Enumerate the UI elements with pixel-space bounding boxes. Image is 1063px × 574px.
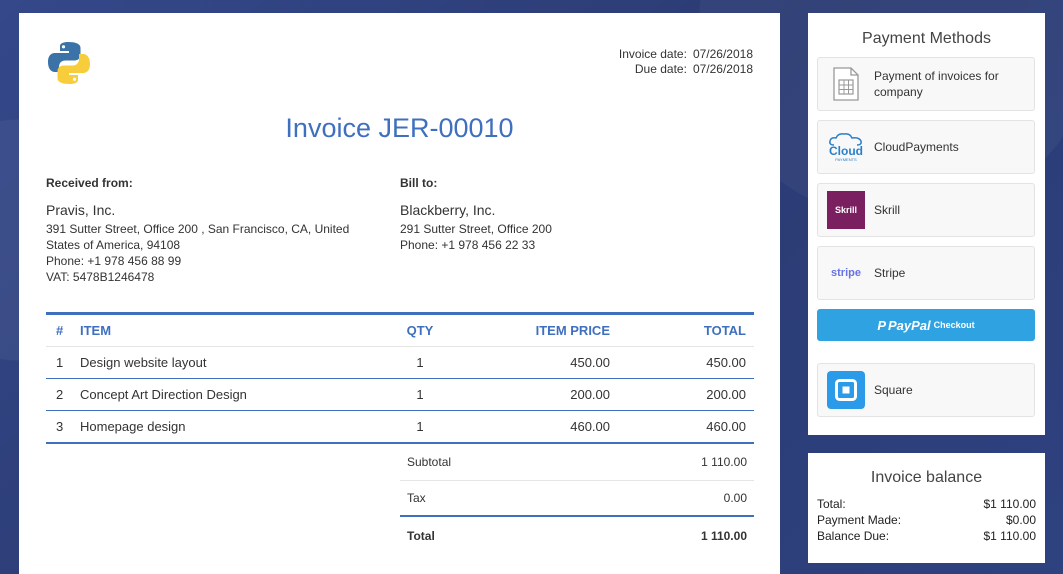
- cloudpayments-logo-sub: PAYMENTS: [835, 157, 857, 162]
- invoice-balance-title: Invoice balance: [870, 469, 983, 486]
- balance-label: Total:: [817, 497, 846, 511]
- row-total: 460.00: [610, 410, 754, 444]
- bill-to-block: Bill to: Blackberry, Inc. 291 Sutter Str…: [400, 175, 700, 253]
- payment-methods-panel: Payment Methods Payment of invoices for …: [808, 13, 1045, 435]
- python-logo-icon: [48, 42, 90, 84]
- row-price: 200.00: [470, 378, 610, 411]
- balance-label: Balance Due:: [817, 529, 890, 543]
- invoice-sheet: Invoice date: 07/26/2018 Due date: 07/26…: [19, 13, 780, 574]
- recipient-address: 291 Sutter Street, Office 200: [400, 222, 552, 236]
- bill-to-heading: Bill to:: [400, 176, 438, 190]
- col-item-header: ITEM: [80, 312, 370, 347]
- tax-value: 0.00: [723, 491, 747, 505]
- payment-method-invoice[interactable]: Payment of invoices for company: [817, 57, 1035, 111]
- items-header-row: # ITEM QTY ITEM PRICE TOTAL: [46, 312, 754, 347]
- tax-row: Tax 0.00: [400, 481, 754, 517]
- balance-value: $1 110.00: [983, 497, 1037, 511]
- square-logo-icon: [827, 371, 865, 409]
- payment-method-stripe[interactable]: stripe Stripe: [817, 246, 1035, 300]
- subtotal-row: Subtotal 1 110.00: [400, 443, 754, 481]
- paypal-brand: PayPal: [888, 317, 931, 333]
- row-price: 450.00: [470, 346, 610, 379]
- payment-method-label: Square: [874, 383, 913, 397]
- skrill-logo-text: Skrill: [834, 205, 857, 215]
- sender-name: Pravis, Inc.: [46, 202, 116, 218]
- totals-block: Subtotal 1 110.00 Tax 0.00 Total 1 110.0…: [400, 443, 754, 555]
- sender-vat: VAT: 5478B1246478: [46, 270, 155, 284]
- balance-row: Total: $1 110.00: [808, 496, 1045, 512]
- payment-method-label: Skrill: [874, 203, 900, 217]
- skrill-logo-icon: Skrill: [827, 191, 865, 229]
- invoice-date-label: Invoice date:: [618, 47, 687, 61]
- paypal-checkout-button[interactable]: P PayPal Checkout: [817, 309, 1035, 341]
- payment-method-square[interactable]: Square: [817, 363, 1035, 417]
- col-price-header: ITEM PRICE: [470, 312, 610, 347]
- row-item: Homepage design: [80, 410, 370, 444]
- subtotal-label: Subtotal: [407, 454, 452, 469]
- balance-label: Payment Made:: [817, 513, 902, 527]
- due-date-value: 07/26/2018: [692, 62, 753, 76]
- cloudpayments-logo-text: Cloud: [829, 144, 863, 158]
- stripe-logo-text: stripe: [831, 267, 861, 279]
- tax-label: Tax: [407, 491, 426, 505]
- row-qty: 1: [370, 410, 470, 444]
- invoice-dates: Invoice date: 07/26/2018 Due date: 07/26…: [619, 47, 753, 77]
- invoice-title: Invoice JER-00010: [285, 113, 514, 143]
- items-table: # ITEM QTY ITEM PRICE TOTAL 1 Design web…: [46, 312, 754, 444]
- stripe-logo-icon: stripe: [827, 254, 865, 292]
- row-num: 3: [46, 410, 80, 444]
- col-num-header: #: [46, 312, 80, 347]
- balance-value: $1 110.00: [983, 529, 1037, 543]
- payment-method-label: Stripe: [874, 266, 906, 280]
- row-total: 450.00: [610, 346, 754, 379]
- sender-address: 391 Sutter Street, Office 200 , San Fran…: [46, 222, 350, 252]
- balance-value: $0.00: [1005, 513, 1036, 527]
- row-total: 200.00: [610, 378, 754, 411]
- payment-methods-title: Payment Methods: [862, 30, 991, 47]
- recipient-phone: Phone: +1 978 456 22 33: [400, 238, 536, 252]
- col-qty-header: QTY: [370, 312, 470, 347]
- invoice-document-icon: [827, 65, 865, 103]
- row-item: Concept Art Direction Design: [80, 378, 370, 411]
- row-qty: 1: [370, 346, 470, 379]
- balance-row: Balance Due: $1 110.00: [808, 528, 1045, 544]
- table-row: 1 Design website layout 1 450.00 450.00: [46, 346, 754, 379]
- row-num: 2: [46, 378, 80, 411]
- total-label: Total: [407, 529, 435, 543]
- row-price: 460.00: [470, 410, 610, 444]
- invoice-date-value: 07/26/2018: [692, 47, 753, 61]
- total-value: 1 110.00: [700, 529, 747, 543]
- row-item: Design website layout: [80, 346, 370, 379]
- row-num: 1: [46, 346, 80, 379]
- received-from-heading: Received from:: [46, 176, 133, 190]
- total-row: Total 1 110.00: [400, 517, 754, 555]
- payment-method-cloudpayments[interactable]: Cloud PAYMENTS CloudPayments: [817, 120, 1035, 174]
- recipient-name: Blackberry, Inc.: [400, 202, 496, 218]
- paypal-checkout-label: Checkout: [933, 320, 975, 330]
- table-row: 2 Concept Art Direction Design 1 200.00 …: [46, 378, 754, 411]
- row-qty: 1: [370, 378, 470, 411]
- subtotal-value: 1 110.00: [701, 454, 747, 469]
- table-row: 3 Homepage design 1 460.00 460.00: [46, 410, 754, 444]
- cloudpayments-logo-icon: Cloud PAYMENTS: [827, 128, 865, 166]
- received-from-block: Received from: Pravis, Inc. 391 Sutter S…: [46, 175, 356, 285]
- balance-row: Payment Made: $0.00: [808, 512, 1045, 528]
- payment-method-label: CloudPayments: [874, 140, 959, 154]
- payment-method-skrill[interactable]: Skrill Skrill: [817, 183, 1035, 237]
- paypal-p-icon: P: [877, 317, 886, 333]
- invoice-balance-panel: Invoice balance Total: $1 110.00 Payment…: [808, 453, 1045, 563]
- sender-phone: Phone: +1 978 456 88 99: [46, 254, 182, 268]
- due-date-label: Due date:: [634, 62, 687, 76]
- payment-method-label: Payment of invoices for company: [874, 69, 999, 99]
- col-total-header: TOTAL: [610, 312, 754, 347]
